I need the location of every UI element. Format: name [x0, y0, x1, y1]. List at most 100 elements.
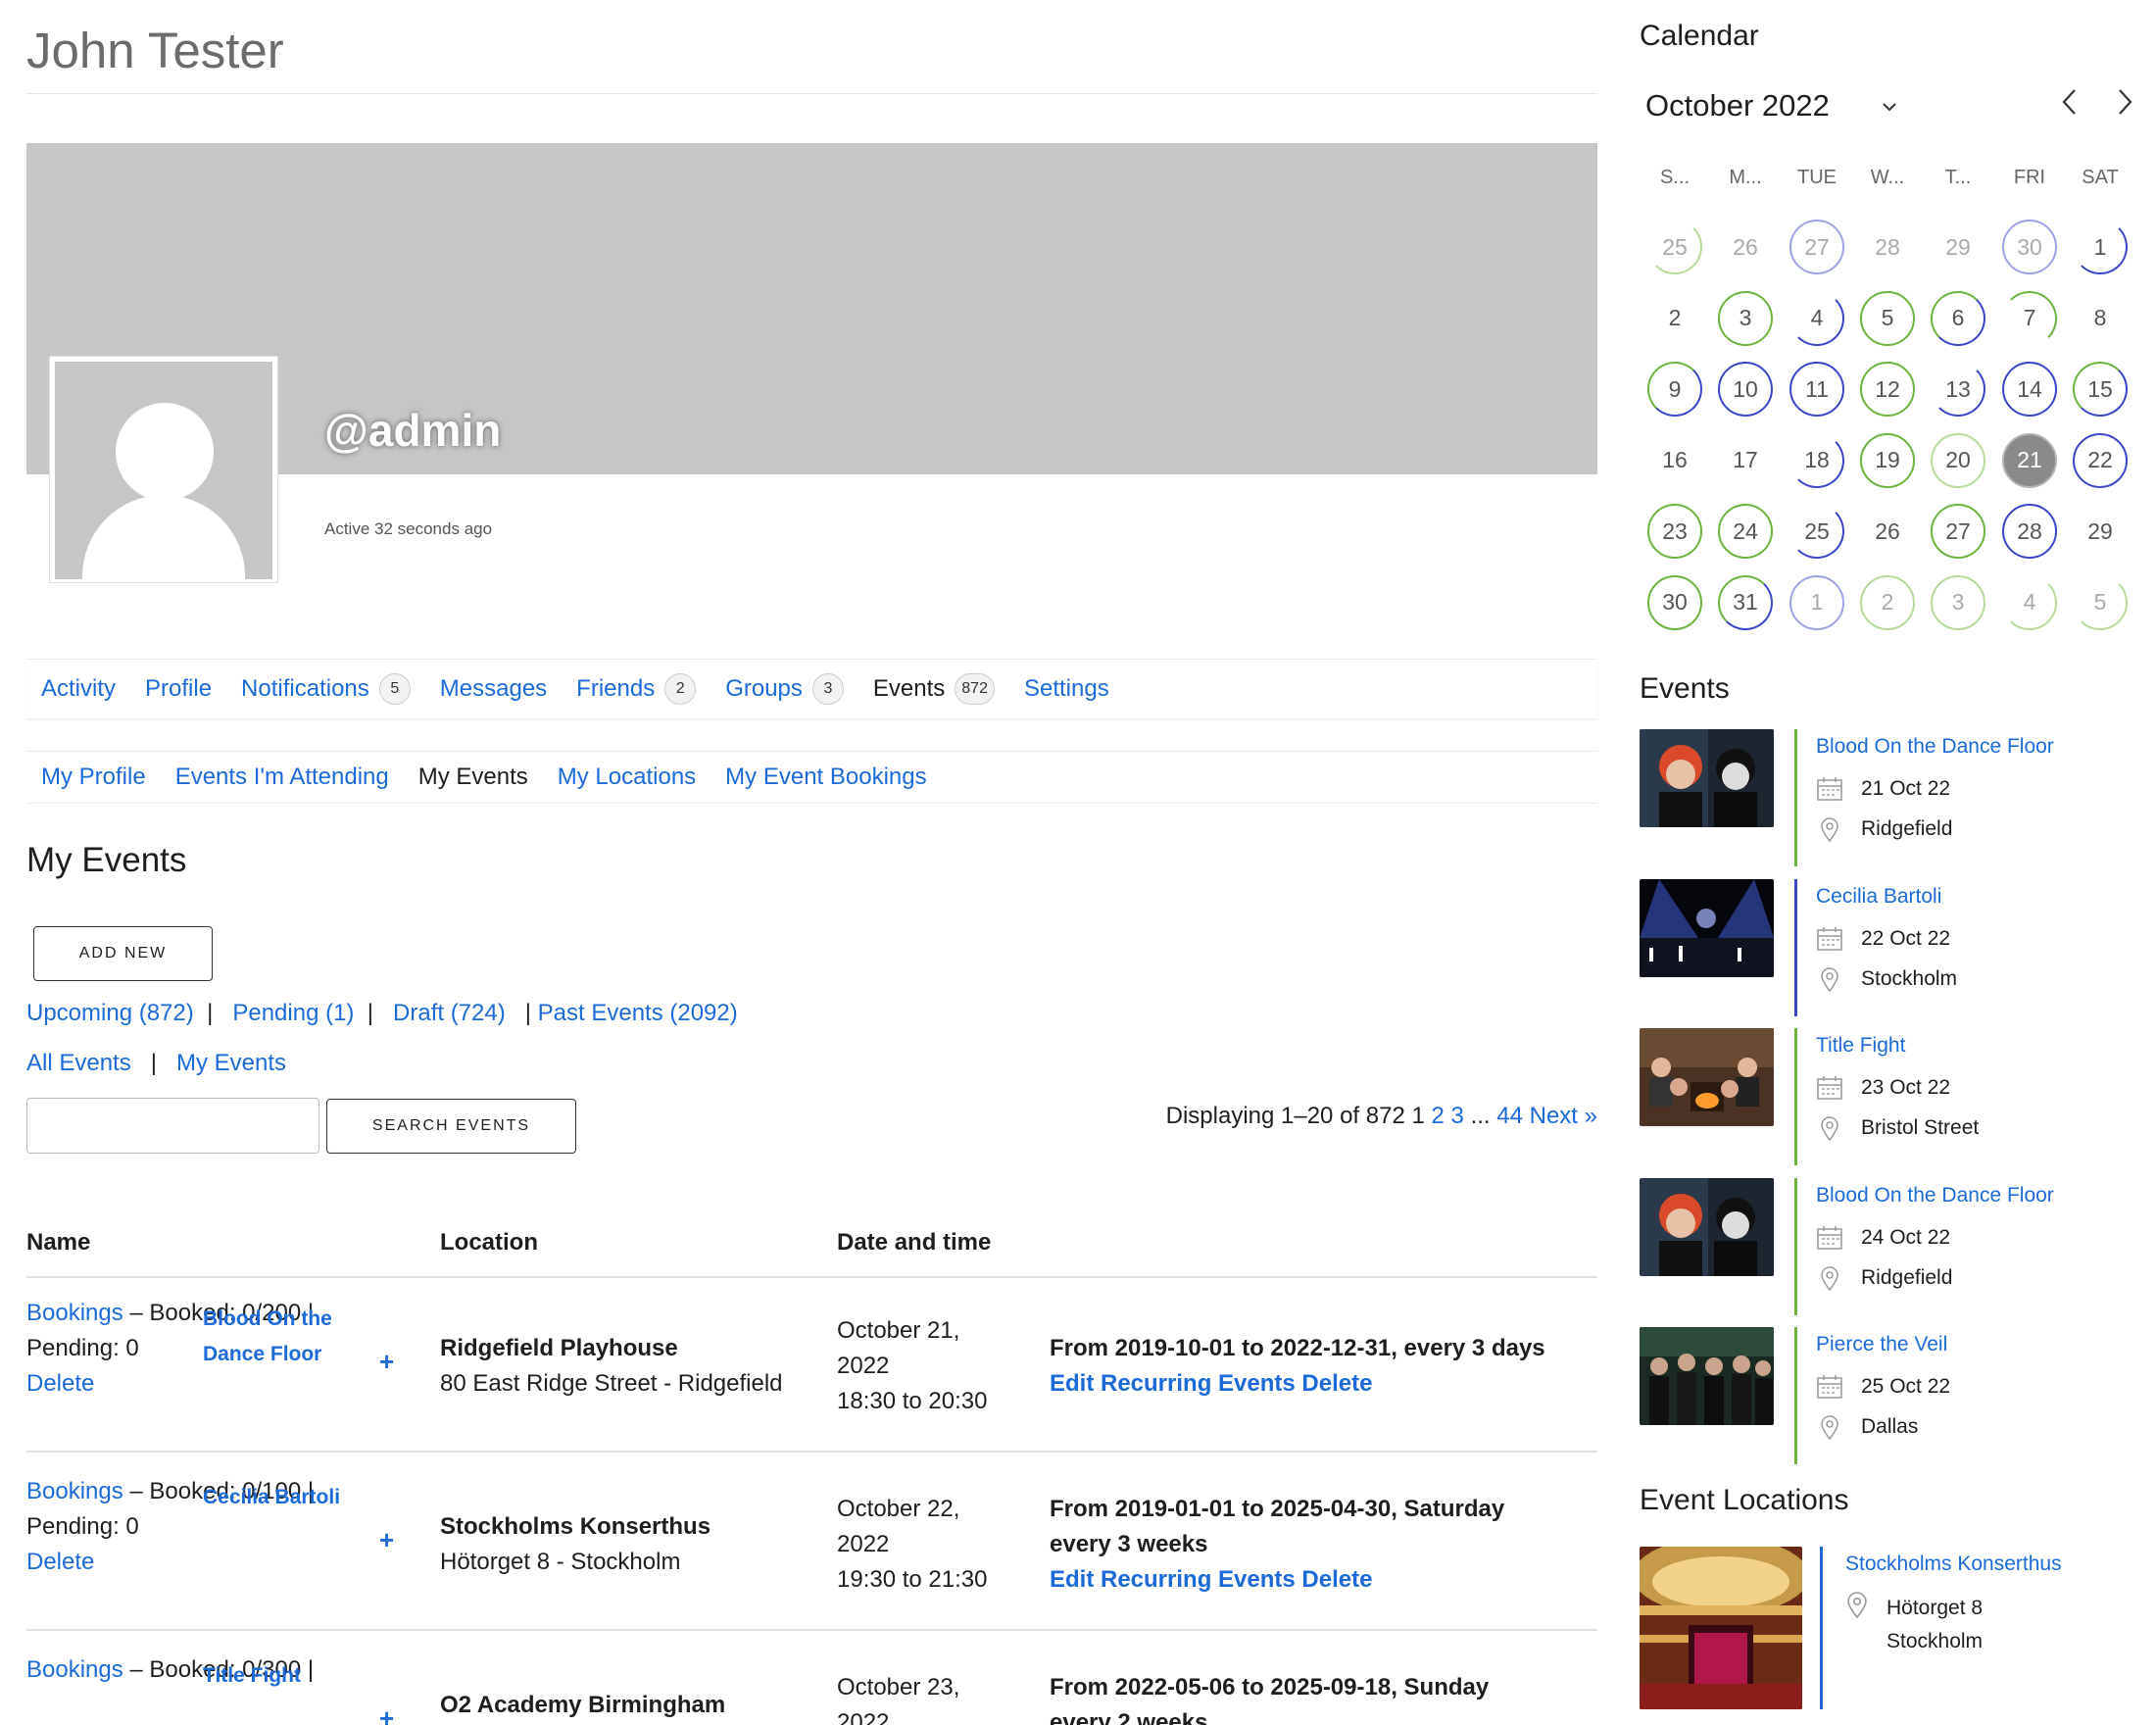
- chevron-down-icon[interactable]: [1875, 92, 1904, 122]
- search-input[interactable]: [26, 1098, 319, 1154]
- event-thumbnail[interactable]: [1640, 878, 1774, 977]
- calendar-day[interactable]: 5: [1860, 290, 1915, 346]
- pagination-next[interactable]: Next »: [1530, 1103, 1597, 1129]
- calendar-day[interactable]: 12: [1860, 362, 1915, 417]
- nav-events[interactable]: Events 872: [873, 673, 995, 705]
- nav-activity[interactable]: Activity: [41, 675, 116, 703]
- calendar-day[interactable]: 20: [1931, 432, 1985, 488]
- calendar-day[interactable]: 17: [1718, 433, 1773, 488]
- event-title-link[interactable]: Pierce the Veil: [1816, 1333, 1947, 1356]
- calendar-day[interactable]: 2: [1860, 574, 1915, 630]
- event-title-link[interactable]: Blood On the Dance Floor: [1816, 1184, 2054, 1208]
- calendar-month[interactable]: October 2022: [1645, 88, 1830, 123]
- calendar-day[interactable]: 26: [1718, 220, 1773, 274]
- delete-link[interactable]: Delete: [26, 1549, 94, 1575]
- calendar-day[interactable]: 27: [1789, 220, 1844, 274]
- calendar-day[interactable]: 25: [1647, 220, 1702, 274]
- calendar-day[interactable]: 23: [1647, 504, 1702, 559]
- calendar-day[interactable]: 10: [1718, 362, 1773, 417]
- avatar[interactable]: [50, 357, 277, 582]
- expand-plus-icon[interactable]: +: [379, 1703, 394, 1725]
- calendar-day[interactable]: 11: [1789, 362, 1844, 417]
- calendar-day[interactable]: 18: [1789, 432, 1844, 488]
- calendar-day[interactable]: 1: [1789, 574, 1844, 630]
- subnav-events-attending[interactable]: Events I'm Attending: [175, 764, 389, 791]
- calendar-day[interactable]: 15: [2073, 362, 2128, 417]
- event-title-link[interactable]: Title Fight: [1816, 1034, 1905, 1058]
- event-thumbnail[interactable]: [1640, 1327, 1774, 1425]
- calendar-day[interactable]: 25: [1789, 504, 1844, 559]
- calendar-day[interactable]: 13: [1931, 362, 1985, 417]
- bookings-link[interactable]: Bookings: [26, 1656, 123, 1683]
- subnav-my-profile[interactable]: My Profile: [41, 764, 146, 791]
- filter-pending[interactable]: Pending (1): [232, 1000, 354, 1026]
- theatre-interior-thumbnail[interactable]: [1640, 1547, 1802, 1709]
- delete-link[interactable]: Delete: [26, 1370, 94, 1397]
- expand-plus-icon[interactable]: +: [379, 1347, 394, 1377]
- nav-friends[interactable]: Friends 2: [576, 673, 697, 705]
- event-name-link[interactable]: Cecilia Bartoli: [203, 1480, 340, 1515]
- pagination-last[interactable]: 44: [1496, 1103, 1523, 1129]
- nav-settings[interactable]: Settings: [1024, 675, 1109, 703]
- event-thumbnail[interactable]: [1640, 1028, 1774, 1126]
- location-title-link[interactable]: Stockholms Konserthus: [1845, 1552, 2062, 1576]
- calendar-day[interactable]: 3: [1718, 290, 1773, 346]
- calendar-day[interactable]: 29: [2073, 504, 2128, 559]
- calendar-day[interactable]: 14: [2002, 362, 2057, 417]
- calendar-day[interactable]: 7: [2002, 290, 2057, 346]
- calendar-day[interactable]: 16: [1647, 433, 1702, 488]
- chevron-right-icon[interactable]: [2110, 84, 2139, 120]
- scope-my-events[interactable]: My Events: [176, 1050, 286, 1076]
- delete-recurring-link[interactable]: Delete: [1301, 1370, 1372, 1397]
- calendar-day[interactable]: 27: [1931, 504, 1985, 559]
- nav-profile[interactable]: Profile: [145, 675, 212, 703]
- calendar-day[interactable]: 29: [1931, 220, 1985, 274]
- event-thumbnail[interactable]: [1640, 729, 1774, 827]
- event-thumbnail[interactable]: [1640, 1177, 1774, 1276]
- calendar-day[interactable]: 26: [1860, 504, 1915, 559]
- filter-upcoming[interactable]: Upcoming (872): [26, 1000, 194, 1026]
- event-title-link[interactable]: Blood On the Dance Floor: [1816, 735, 2054, 759]
- subnav-my-events[interactable]: My Events: [418, 764, 528, 791]
- expand-plus-icon[interactable]: +: [379, 1525, 394, 1555]
- pagination-page-2[interactable]: 2: [1432, 1103, 1445, 1129]
- calendar-day[interactable]: 31: [1718, 574, 1773, 630]
- event-name-link[interactable]: Title Fight: [203, 1658, 301, 1694]
- scope-all-events[interactable]: All Events: [26, 1050, 131, 1076]
- bookings-link[interactable]: Bookings: [26, 1300, 123, 1326]
- filter-past-events[interactable]: Past Events (2092): [538, 1000, 738, 1026]
- calendar-day[interactable]: 30: [2002, 220, 2057, 274]
- event-name-link[interactable]: Blood On the Dance Floor: [203, 1302, 350, 1372]
- edit-recurring-link[interactable]: Edit Recurring Events: [1050, 1566, 1296, 1593]
- edit-recurring-link[interactable]: Edit Recurring Events: [1050, 1370, 1296, 1397]
- calendar-day[interactable]: 24: [1718, 504, 1773, 559]
- nav-messages[interactable]: Messages: [440, 675, 547, 703]
- nav-notifications[interactable]: Notifications 5: [241, 673, 411, 705]
- bookings-link[interactable]: Bookings: [26, 1478, 123, 1504]
- calendar-day[interactable]: 6: [1931, 290, 1985, 346]
- calendar-day[interactable]: 19: [1860, 432, 1915, 488]
- pagination-page-3[interactable]: 3: [1451, 1103, 1464, 1129]
- calendar-day[interactable]: 30: [1647, 574, 1702, 630]
- chevron-left-icon[interactable]: [2055, 84, 2084, 120]
- calendar-day[interactable]: 3: [1931, 574, 1985, 630]
- calendar-day[interactable]: 4: [2002, 574, 2057, 630]
- calendar-day[interactable]: 22: [2073, 432, 2128, 488]
- calendar-day[interactable]: 4: [1789, 290, 1844, 346]
- delete-recurring-link[interactable]: Delete: [1301, 1566, 1372, 1593]
- calendar-day[interactable]: 1: [2073, 220, 2128, 274]
- filter-draft[interactable]: Draft (724): [393, 1000, 506, 1026]
- calendar-day[interactable]: 8: [2073, 291, 2128, 346]
- calendar-day[interactable]: 21: [2002, 432, 2057, 488]
- calendar-day[interactable]: 9: [1647, 362, 1702, 417]
- calendar-day[interactable]: 5: [2073, 574, 2128, 630]
- nav-groups[interactable]: Groups 3: [725, 673, 844, 705]
- search-events-button[interactable]: SEARCH EVENTS: [326, 1099, 576, 1154]
- subnav-my-event-bookings[interactable]: My Event Bookings: [725, 764, 926, 791]
- calendar-day[interactable]: 2: [1647, 291, 1702, 346]
- add-new-button[interactable]: ADD NEW: [33, 926, 213, 981]
- event-title-link[interactable]: Cecilia Bartoli: [1816, 885, 1941, 909]
- subnav-my-locations[interactable]: My Locations: [558, 764, 696, 791]
- calendar-day[interactable]: 28: [1860, 220, 1915, 274]
- calendar-day[interactable]: 28: [2002, 504, 2057, 559]
